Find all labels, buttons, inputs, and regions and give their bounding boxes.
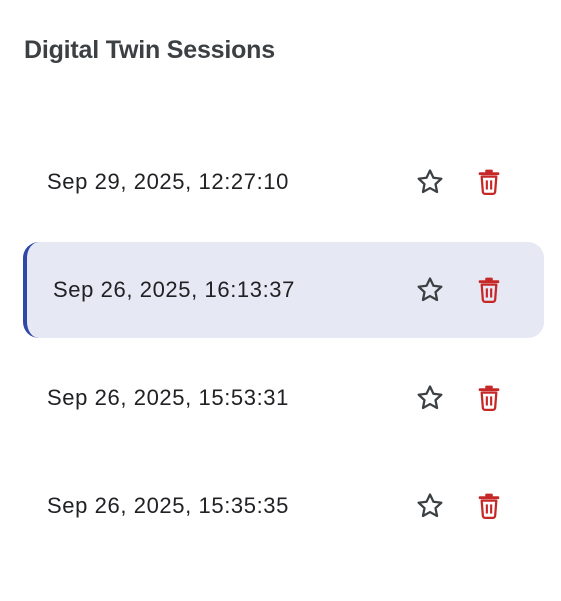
- star-outline-icon: [417, 277, 443, 302]
- trash-icon: [478, 385, 500, 411]
- delete-button[interactable]: [471, 164, 507, 200]
- trash-icon: [478, 169, 500, 195]
- session-row[interactable]: Sep 26, 2025, 15:35:35: [23, 458, 544, 554]
- session-row-selected[interactable]: Sep 26, 2025, 16:13:37: [23, 242, 544, 338]
- session-list: Sep 29, 2025, 12:27:10 Sep 26, 2025, 16:…: [23, 134, 544, 566]
- panel-title: Digital Twin Sessions: [24, 36, 275, 64]
- trash-icon: [478, 493, 500, 519]
- delete-button[interactable]: [471, 272, 507, 308]
- trash-icon: [478, 277, 500, 303]
- sessions-panel: Digital Twin Sessions Sep 29, 2025, 12:2…: [0, 0, 561, 601]
- session-label: Sep 26, 2025, 15:35:35: [47, 493, 289, 518]
- delete-button[interactable]: [471, 380, 507, 416]
- star-outline-icon: [417, 169, 443, 194]
- star-button[interactable]: [412, 164, 448, 200]
- star-button[interactable]: [412, 272, 448, 308]
- delete-button[interactable]: [471, 488, 507, 524]
- star-outline-icon: [417, 493, 443, 518]
- session-row[interactable]: Sep 29, 2025, 12:27:10: [23, 134, 544, 230]
- session-label: Sep 29, 2025, 12:27:10: [47, 169, 289, 194]
- session-row[interactable]: Sep 26, 2025, 15:53:31: [23, 350, 544, 446]
- star-outline-icon: [417, 385, 443, 410]
- session-label: Sep 26, 2025, 15:53:31: [47, 385, 289, 410]
- star-button[interactable]: [412, 380, 448, 416]
- session-label: Sep 26, 2025, 16:13:37: [53, 277, 295, 302]
- star-button[interactable]: [412, 488, 448, 524]
